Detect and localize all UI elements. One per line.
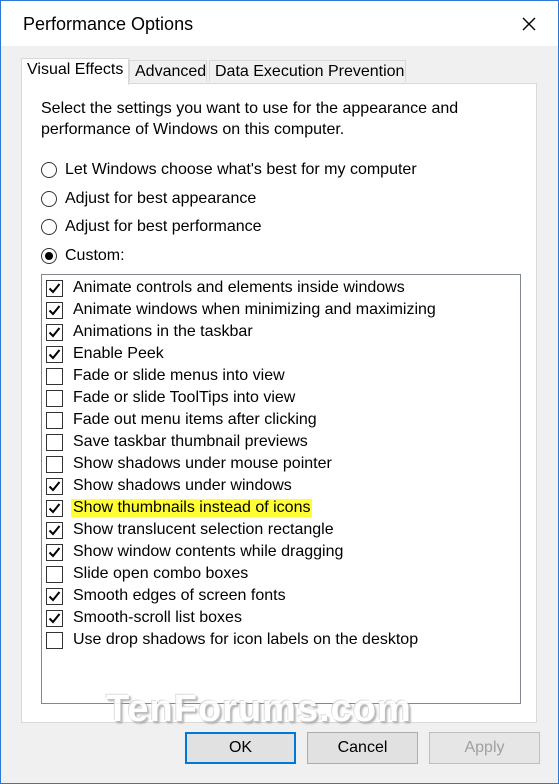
apply-button[interactable]: Apply xyxy=(429,732,540,764)
checkbox[interactable] xyxy=(46,323,63,341)
list-item[interactable]: Animations in the taskbar xyxy=(46,322,255,342)
checkbox[interactable] xyxy=(46,631,63,649)
list-item[interactable]: Show window contents while dragging xyxy=(46,542,345,562)
checkbox[interactable] xyxy=(46,543,63,561)
list-item-label: Animations in the taskbar xyxy=(73,323,253,340)
list-item-label: Smooth-scroll list boxes xyxy=(73,609,242,626)
list-item[interactable]: Slide open combo boxes xyxy=(46,564,250,584)
checkbox[interactable] xyxy=(46,521,63,539)
checkmark-icon xyxy=(48,282,61,293)
list-item[interactable]: Fade out menu items after clicking xyxy=(46,410,319,430)
radio-label: Custom: xyxy=(65,247,125,264)
checkbox[interactable] xyxy=(46,367,63,385)
checkmark-icon xyxy=(48,612,61,623)
checkbox[interactable] xyxy=(46,455,63,473)
list-item-label: Animate controls and elements inside win… xyxy=(73,279,405,296)
title-bar: Performance Options xyxy=(1,1,558,46)
list-item[interactable]: Save taskbar thumbnail previews xyxy=(46,432,310,452)
description-text: Select the settings you want to use for … xyxy=(41,100,459,138)
list-item-label: Fade or slide ToolTips into view xyxy=(73,389,296,406)
list-item-label: Show shadows under windows xyxy=(73,477,292,494)
radio-option-3[interactable]: Custom: xyxy=(41,247,125,265)
list-item-label: Slide open combo boxes xyxy=(73,565,249,582)
list-item[interactable]: Show translucent selection rectangle xyxy=(46,520,336,540)
list-item-label: Smooth edges of screen fonts xyxy=(73,587,286,604)
checkbox[interactable] xyxy=(46,499,63,517)
radio-option-0[interactable]: Let Windows choose what's best for my co… xyxy=(41,161,417,179)
list-item[interactable]: Fade or slide menus into view xyxy=(46,366,287,386)
checkmark-icon xyxy=(48,326,61,337)
list-item[interactable]: Smooth-scroll list boxes xyxy=(46,608,244,628)
radio-label: Adjust for best performance xyxy=(65,218,262,235)
checkbox[interactable] xyxy=(46,433,63,451)
checkmark-icon xyxy=(48,304,61,315)
radio-button[interactable] xyxy=(41,191,57,207)
cancel-button[interactable]: Cancel xyxy=(307,732,418,764)
window-title: Performance Options xyxy=(23,14,194,34)
watermark: TenForums.com xyxy=(106,688,412,730)
radio-option-1[interactable]: Adjust for best appearance xyxy=(41,190,256,208)
list-item-label: Use drop shadows for icon labels on the … xyxy=(73,631,419,648)
radio-label: Adjust for best appearance xyxy=(65,190,257,207)
checkbox[interactable] xyxy=(46,301,63,319)
visual-effects-list[interactable]: Animate controls and elements inside win… xyxy=(41,274,521,704)
checkmark-icon xyxy=(48,524,61,535)
checkbox[interactable] xyxy=(46,587,63,605)
list-item-label: Save taskbar thumbnail previews xyxy=(73,433,308,450)
list-item[interactable]: Animate controls and elements inside win… xyxy=(46,278,407,298)
checkbox[interactable] xyxy=(46,565,63,583)
radio-button[interactable] xyxy=(41,162,57,178)
list-item-label: Show translucent selection rectangle xyxy=(73,521,334,538)
checkbox[interactable] xyxy=(46,345,63,363)
list-item-label: Enable Peek xyxy=(73,345,164,362)
checkmark-icon xyxy=(48,348,61,359)
radio-option-2[interactable]: Adjust for best performance xyxy=(41,218,262,236)
list-item[interactable]: Animate windows when minimizing and maxi… xyxy=(46,300,438,320)
list-item[interactable]: Enable Peek xyxy=(46,344,166,364)
close-button[interactable] xyxy=(499,1,558,46)
checkbox[interactable] xyxy=(46,609,63,627)
list-item[interactable]: Show shadows under mouse pointer xyxy=(46,454,334,474)
radio-selected-dot xyxy=(45,252,53,260)
checkbox[interactable] xyxy=(46,389,63,407)
radio-button[interactable] xyxy=(41,248,57,264)
checkbox[interactable] xyxy=(46,279,63,297)
checkmark-icon xyxy=(48,546,61,557)
close-icon xyxy=(522,17,536,31)
tab-visual-effects[interactable]: Visual Effects xyxy=(21,58,129,85)
checkmark-icon xyxy=(48,590,61,601)
list-item-label: Show shadows under mouse pointer xyxy=(73,455,332,472)
list-item[interactable]: Use drop shadows for icon labels on the … xyxy=(46,630,420,650)
tab-data-execution-prevention[interactable]: Data Execution Prevention xyxy=(209,60,406,82)
list-item[interactable]: Smooth edges of screen fonts xyxy=(46,586,288,606)
checkmark-icon xyxy=(48,480,61,491)
visual-effects-panel: Select the settings you want to use for … xyxy=(21,83,537,723)
radio-button[interactable] xyxy=(41,219,57,235)
list-item[interactable]: Show shadows under windows xyxy=(46,476,294,496)
checkbox[interactable] xyxy=(46,477,63,495)
list-item-label: Fade out menu items after clicking xyxy=(73,411,317,428)
checkbox[interactable] xyxy=(46,411,63,429)
radio-label: Let Windows choose what's best for my co… xyxy=(65,161,417,178)
list-item-label: Animate windows when minimizing and maxi… xyxy=(73,301,436,318)
list-item[interactable]: Show thumbnails instead of icons xyxy=(46,498,313,518)
list-item[interactable]: Fade or slide ToolTips into view xyxy=(46,388,297,408)
list-item-label: Show thumbnails instead of icons xyxy=(71,499,313,517)
list-item-label: Show window contents while dragging xyxy=(73,543,344,560)
checkmark-icon xyxy=(48,502,61,513)
performance-options-window: Performance Options Visual Effects Advan… xyxy=(0,0,559,784)
list-item-label: Fade or slide menus into view xyxy=(73,367,285,384)
ok-button[interactable]: OK xyxy=(185,732,296,764)
tab-advanced[interactable]: Advanced xyxy=(129,60,207,82)
